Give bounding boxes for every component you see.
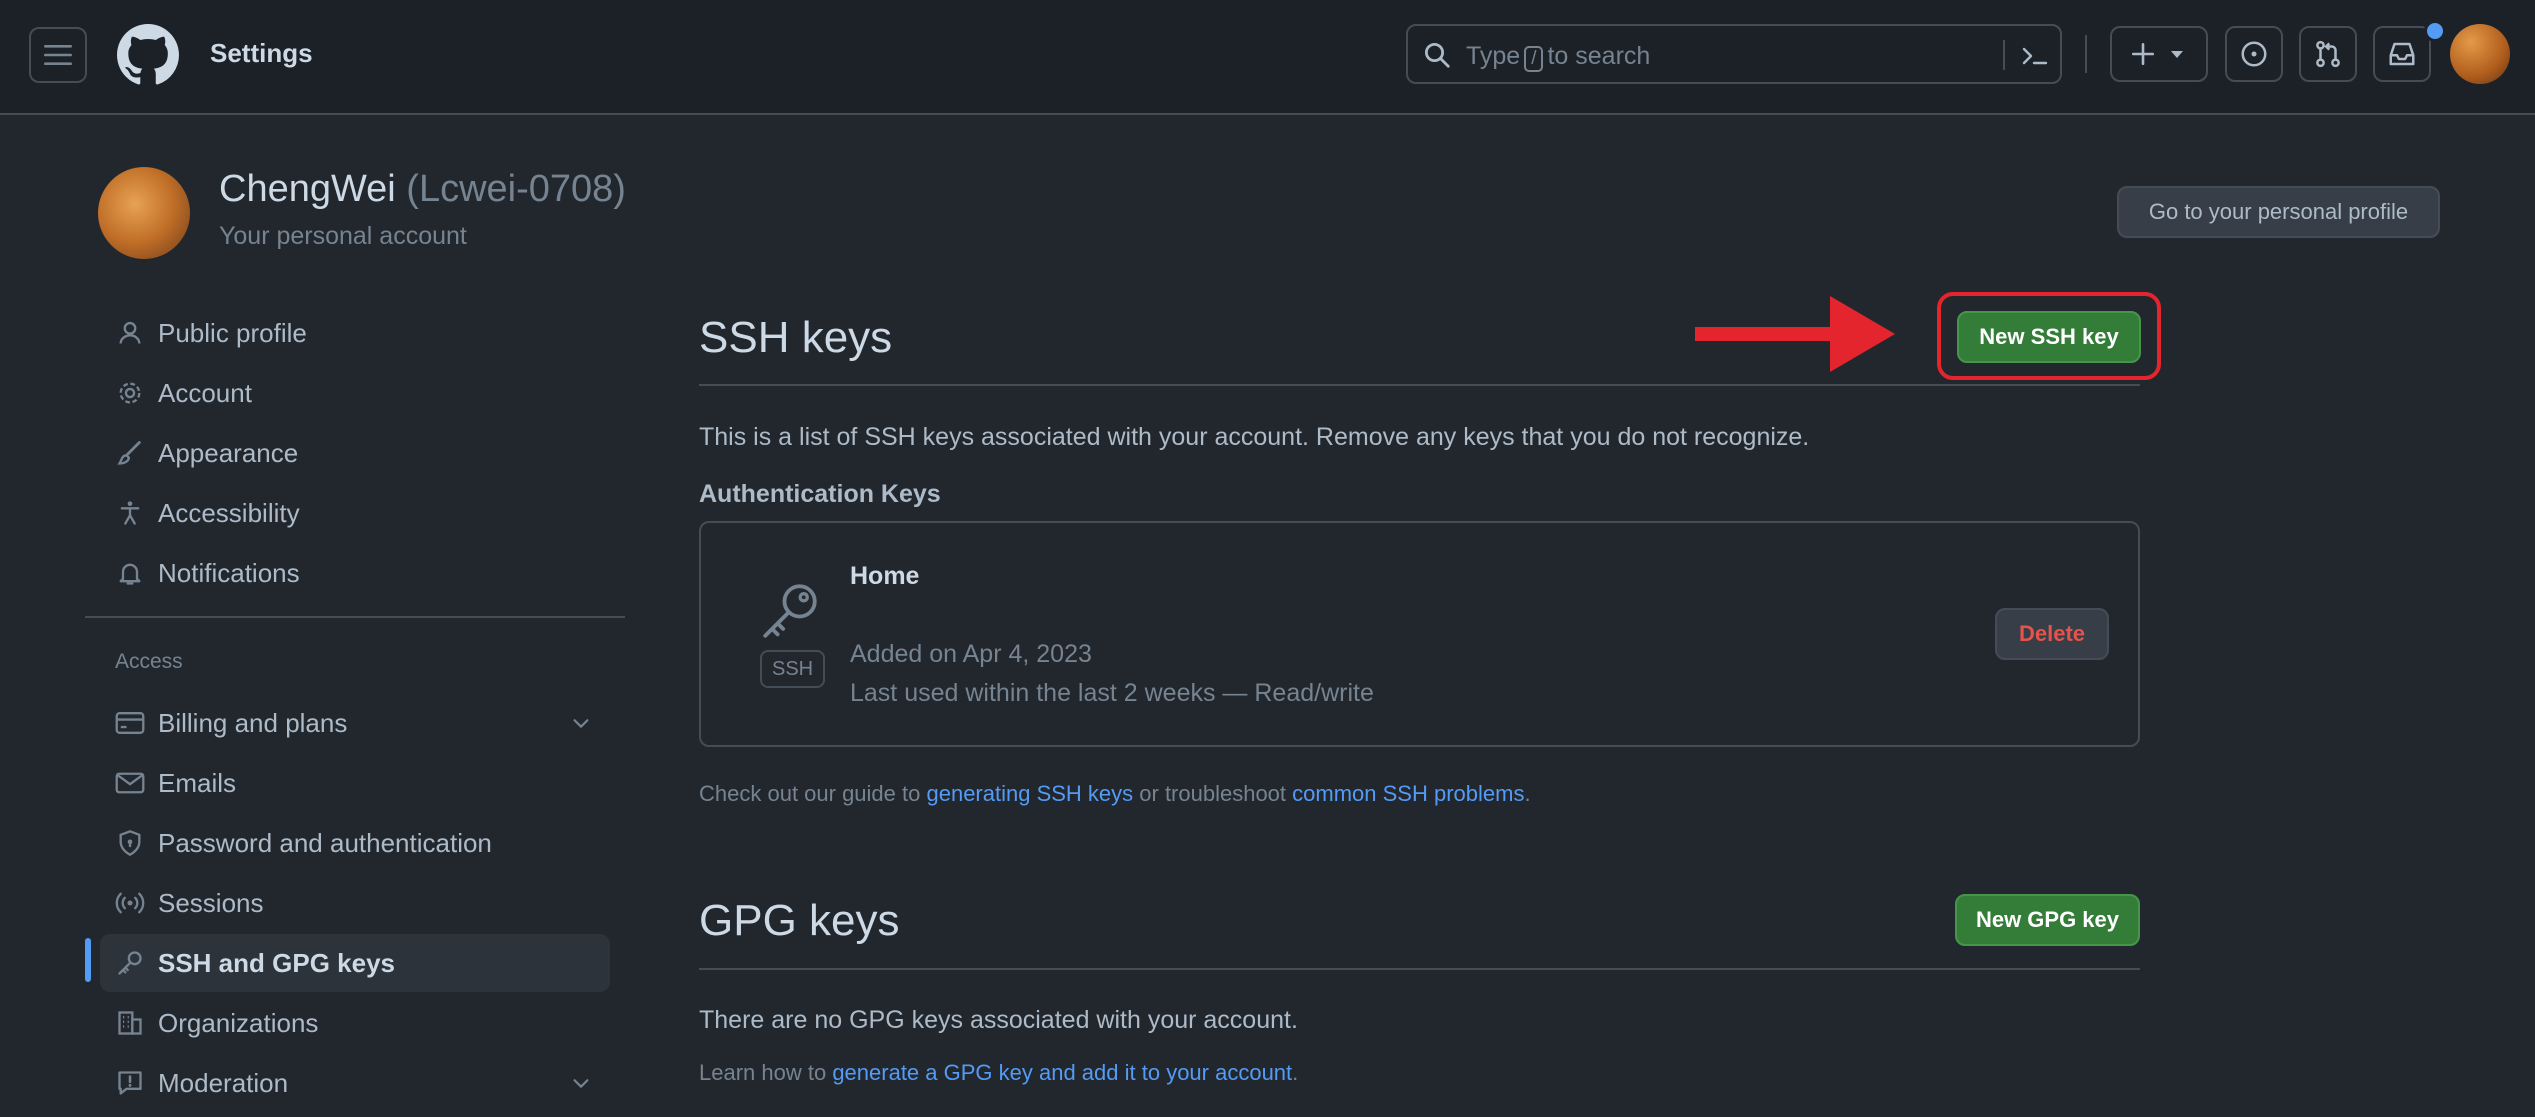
sidebar-item-sessions[interactable]: Sessions [100,874,610,932]
sidebar-item-label: Moderation [158,1067,289,1098]
chevron-down-icon [573,1079,589,1088]
ssh-description: This is a list of SSH keys associated wi… [699,423,1810,451]
sidebar-item-label: Emails [158,767,237,798]
annotation-arrow-icon [1695,296,1895,372]
inbox-button[interactable] [2373,26,2431,82]
bell-icon [119,563,141,585]
triangle-down-icon [2171,51,2183,58]
plus-icon [2131,42,2155,66]
github-logo-icon[interactable] [117,24,179,86]
sidebar-item-appearance[interactable]: Appearance [100,424,610,482]
organization-icon [118,1011,142,1035]
key-icon [118,951,142,975]
sidebar-item-label: Accessibility [158,497,300,528]
sidebar-item-moderation[interactable]: Moderation [100,1054,610,1112]
ssh-key-item [699,521,2140,747]
key-icon [763,584,817,638]
mail-icon [115,772,145,794]
accessibility-icon [120,501,140,525]
inbox-icon [2389,42,2415,66]
gpg-empty-message: There are no GPG keys associated with yo… [699,1006,1298,1034]
sidebar-item-organizations[interactable]: Organizations [100,994,610,1052]
sidebar-item-label: Notifications [158,557,300,588]
hamburger-icon [44,45,72,65]
search-input[interactable]: Type / to search [1406,24,2062,84]
key-added-date: Added on Apr 4, 2023 [850,640,1092,668]
broadcast-icon [115,892,145,914]
key-title: Home [850,562,920,590]
sidebar-item-label: SSH and GPG keys [158,947,395,978]
ssh-guide-text: Check out our guide to generating SSH ke… [699,781,1531,806]
key-type-badge: SSH [760,650,826,688]
sidebar-item-label: Account [158,377,252,408]
issue-opened-icon [2241,41,2267,67]
new-ssh-key-button[interactable]: New SSH key [1957,311,2141,363]
top-header: Settings Type / to search [0,0,2535,115]
gpg-heading-divider [699,968,2140,970]
paintbrush-icon [117,441,141,465]
delete-key-button[interactable]: Delete [1995,608,2109,660]
report-icon [118,1071,142,1095]
issues-button[interactable] [2225,26,2283,82]
sidebar-item-accessibility[interactable]: Accessibility [100,484,610,542]
gpg-keys-heading: GPG keys [699,896,900,945]
common-ssh-problems-link[interactable]: common SSH problems [1292,781,1524,806]
sidebar-item-billing[interactable]: Billing and plans [100,694,610,752]
new-gpg-key-button[interactable]: New GPG key [1955,894,2140,946]
key-last-used: Last used within the last 2 weeks — Read… [850,679,1374,707]
authentication-keys-heading: Authentication Keys [699,480,941,508]
search-placeholder: Type / to search [1466,42,1651,72]
generate-gpg-key-link[interactable]: generate a GPG key and add it to your ac… [832,1060,1292,1085]
pull-requests-button[interactable] [2299,26,2357,82]
sidebar-item-notifications[interactable]: Notifications [100,544,610,602]
sidebar-item-label: Billing and plans [158,707,348,738]
sidebar-item-label: Password and authentication [158,827,492,858]
profile-avatar [98,167,190,259]
notification-dot [2424,20,2446,42]
search-icon [1425,43,1450,68]
shield-lock-icon [119,830,141,856]
ssh-keys-heading: SSH keys [699,313,893,362]
sidebar-item-ssh-gpg-keys[interactable]: SSH and GPG keys [100,934,610,992]
go-to-profile-button[interactable]: Go to your personal profile [2117,186,2440,238]
sidebar-item-password-authentication[interactable]: Password and authentication [100,814,610,872]
command-palette-icon[interactable] [2018,42,2050,70]
hamburger-menu-button[interactable] [29,27,87,83]
profile-subtitle: Your personal account [219,222,467,250]
sidebar-item-label: Organizations [158,1007,319,1038]
ssh-heading-divider [699,384,2140,386]
sidebar-item-emails[interactable]: Emails [100,754,610,812]
person-icon [119,321,141,344]
generating-ssh-keys-link[interactable]: generating SSH keys [926,781,1133,806]
sidebar-item-account[interactable]: Account [100,364,610,422]
chevron-down-icon [573,719,589,728]
active-indicator [85,938,91,982]
sidebar-item-label: Appearance [158,437,299,468]
page-context-title: Settings [210,38,313,68]
git-pull-request-icon [2316,40,2340,68]
gear-icon [119,382,141,404]
credit-card-icon [115,712,145,734]
sidebar-section-heading: Access [115,650,183,673]
user-avatar-menu[interactable] [2450,24,2510,84]
sidebar-divider [85,616,625,618]
sidebar-item-label: Public profile [158,317,307,348]
profile-name[interactable]: ChengWei (Lcwei-0708) [219,168,626,211]
sidebar-item-label: Sessions [158,887,264,918]
gpg-learn-text: Learn how to generate a GPG key and add … [699,1060,1299,1085]
create-new-dropdown[interactable] [2110,26,2208,82]
sidebar-item-public-profile[interactable]: Public profile [100,304,610,362]
